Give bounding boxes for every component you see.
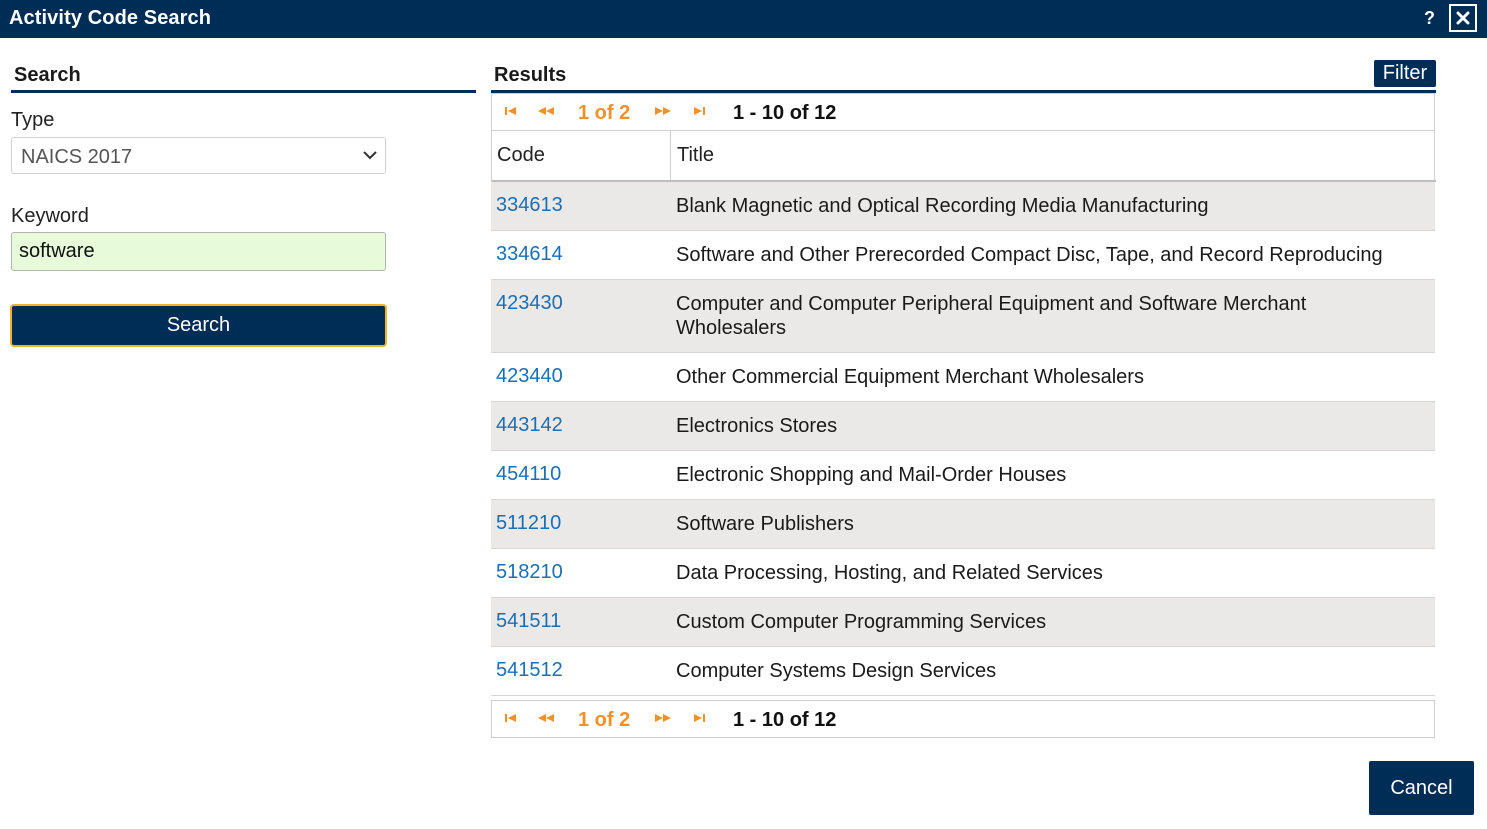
pager-page-indicator: 1 of 2 [578, 102, 631, 124]
activity-code-link[interactable]: 541511 [496, 610, 561, 633]
table-row: 518210 Data Processing, Hosting, and Rel… [491, 549, 1435, 598]
table-row: 423440 Other Commercial Equipment Mercha… [491, 353, 1435, 402]
activity-title: Electronics Stores [676, 415, 838, 437]
type-select[interactable]: NAICS 2017 [11, 137, 386, 174]
type-label: Type [11, 109, 55, 131]
close-button[interactable] [1449, 4, 1477, 32]
column-header-title[interactable]: Title [677, 144, 714, 167]
previous-page-icon[interactable] [537, 713, 555, 723]
search-button[interactable]: Search [10, 304, 387, 347]
cancel-button[interactable]: Cancel [1369, 761, 1474, 815]
activity-code-link[interactable]: 334614 [496, 243, 563, 266]
activity-code-link[interactable]: 511210 [496, 512, 561, 535]
activity-title: Electronic Shopping and Mail-Order House… [676, 464, 1067, 486]
table-row: 443142 Electronics Stores [491, 402, 1435, 451]
pager-page-indicator: 1 of 2 [578, 709, 631, 731]
keyword-input[interactable] [11, 232, 386, 271]
pager-top: 1 of 2 1 - 10 of 12 [491, 93, 1435, 131]
activity-code-link[interactable]: 334613 [496, 194, 563, 217]
table-row: 423430 Computer and Computer Peripheral … [491, 280, 1435, 353]
activity-title: Data Processing, Hosting, and Related Se… [676, 562, 1103, 584]
results-table-header: Code Title [491, 131, 1436, 182]
activity-title: Other Commercial Equipment Merchant Whol… [676, 366, 1144, 388]
activity-title: Computer Systems Design Services [676, 660, 997, 682]
first-page-icon[interactable] [504, 713, 518, 723]
last-page-icon[interactable] [692, 713, 706, 723]
results-heading: Results [494, 64, 567, 86]
activity-code-link[interactable]: 454110 [496, 463, 561, 486]
pager-bottom: 1 of 2 1 - 10 of 12 [491, 700, 1435, 738]
pager-range: 1 - 10 of 12 [733, 709, 837, 731]
dialog-title: Activity Code Search [9, 7, 212, 29]
keyword-label: Keyword [11, 205, 89, 227]
table-row: 511210 Software Publishers [491, 500, 1435, 549]
pager-range: 1 - 10 of 12 [733, 102, 837, 124]
activity-title: Custom Computer Programming Services [676, 611, 1047, 633]
column-header-code[interactable]: Code [497, 144, 545, 167]
next-page-icon[interactable] [654, 713, 672, 723]
table-row: 334614 Software and Other Prerecorded Co… [491, 231, 1435, 280]
filter-button[interactable]: Filter [1374, 60, 1436, 87]
activity-title: Computer and Computer Peripheral Equipme… [676, 293, 1307, 339]
search-heading-rule [11, 90, 476, 93]
activity-code-link[interactable]: 541512 [496, 659, 563, 682]
search-heading: Search [14, 64, 81, 86]
results-table-body: 334613 Blank Magnetic and Optical Record… [491, 182, 1435, 696]
next-page-icon[interactable] [654, 106, 672, 116]
dialog-titlebar: Activity Code Search ? [0, 0, 1487, 38]
type-select-value: NAICS 2017 [21, 146, 133, 168]
chevron-down-icon [363, 151, 377, 160]
previous-page-icon[interactable] [537, 106, 555, 116]
column-divider [670, 131, 671, 181]
table-row: 334613 Blank Magnetic and Optical Record… [491, 182, 1435, 231]
activity-code-link[interactable]: 518210 [496, 561, 563, 584]
close-icon [1456, 11, 1470, 25]
activity-title: Blank Magnetic and Optical Recording Med… [676, 195, 1209, 217]
last-page-icon[interactable] [692, 106, 706, 116]
activity-code-link[interactable]: 443142 [496, 414, 563, 437]
activity-title: Software Publishers [676, 513, 854, 535]
help-icon[interactable]: ? [1424, 8, 1435, 29]
table-row: 541512 Computer Systems Design Services [491, 647, 1435, 696]
first-page-icon[interactable] [504, 106, 518, 116]
activity-title: Software and Other Prerecorded Compact D… [676, 244, 1383, 266]
activity-code-link[interactable]: 423440 [496, 365, 563, 388]
table-row: 541511 Custom Computer Programming Servi… [491, 598, 1435, 647]
activity-code-link[interactable]: 423430 [496, 292, 563, 315]
table-row: 454110 Electronic Shopping and Mail-Orde… [491, 451, 1435, 500]
